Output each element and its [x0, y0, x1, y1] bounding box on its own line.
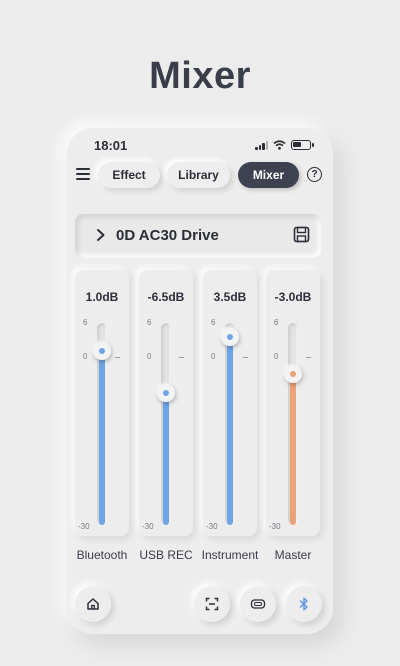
top-nav: Effect Library Mixer ? — [67, 160, 333, 190]
battery-icon — [291, 140, 314, 150]
status-time: 18:01 — [94, 138, 128, 153]
scale-min-label: -30 — [142, 522, 154, 531]
channel-label-usb-rec: USB REC — [139, 548, 193, 562]
db-value: 3.5dB — [213, 290, 247, 304]
phone-screen: 18:01 Effect Library Mixer ? 0D AC30 Dri… — [67, 128, 333, 634]
scan-icon — [205, 597, 219, 611]
db-value: 1.0dB — [85, 290, 119, 304]
scale-zero-label: 0 — [83, 351, 88, 361]
channel-strip-bluetooth: 1.0dB 6 0 -30 — [75, 270, 129, 536]
home-button[interactable] — [75, 586, 111, 622]
scale-zero-label: 0 — [274, 351, 279, 361]
signal-icon — [255, 140, 268, 150]
db-value: -3.0dB — [274, 290, 312, 304]
zero-tick-mark — [306, 356, 311, 358]
fader-knob[interactable] — [284, 364, 302, 383]
bluetooth-button[interactable] — [286, 586, 322, 622]
channel-label-bluetooth: Bluetooth — [76, 548, 128, 562]
channel-label-master: Master — [274, 548, 312, 562]
fader-track[interactable] — [225, 323, 235, 525]
status-bar: 18:01 — [67, 138, 333, 154]
fader-track[interactable] — [161, 323, 171, 525]
scale-max-label: 6 — [274, 318, 279, 327]
bluetooth-icon — [299, 597, 308, 611]
scale-min-label: -30 — [269, 522, 281, 531]
scale-zero-label: 0 — [147, 351, 152, 361]
scale-min-label: -30 — [206, 522, 218, 531]
help-icon[interactable]: ? — [307, 167, 322, 182]
amp-button[interactable] — [240, 586, 276, 622]
scan-button[interactable] — [194, 586, 230, 622]
scale-max-label: 6 — [83, 318, 88, 327]
zero-tick-mark — [179, 356, 184, 358]
knob-dot — [163, 390, 169, 397]
fader-fill — [290, 373, 296, 525]
preset-name: 0D AC30 Drive — [116, 227, 219, 244]
scale-max-label: 6 — [211, 318, 216, 327]
fader-track[interactable] — [288, 323, 298, 525]
tab-library[interactable]: Library — [167, 162, 230, 188]
scale-max-label: 6 — [147, 318, 152, 327]
db-value: -6.5dB — [147, 290, 185, 304]
save-icon[interactable] — [293, 226, 310, 243]
scale-min-label: -30 — [78, 522, 90, 531]
menu-icon[interactable] — [76, 168, 90, 181]
channel-strip-master: -3.0dB 6 0 -30 — [266, 270, 320, 536]
fader-knob[interactable] — [157, 384, 175, 403]
page-title: Mixer — [149, 55, 251, 97]
channel-strip-instrument: 3.5dB 6 0 -30 — [203, 270, 257, 536]
channel-strip-usb-rec: -6.5dB 6 0 -30 — [139, 270, 193, 536]
scale-zero-label: 0 — [211, 351, 216, 361]
knob-dot — [99, 348, 105, 355]
knob-dot — [227, 334, 233, 341]
zero-tick-mark — [115, 356, 120, 358]
tab-mixer[interactable]: Mixer — [238, 162, 299, 188]
fader-fill — [99, 351, 105, 525]
home-icon — [87, 598, 99, 610]
fader-fill — [227, 337, 233, 525]
chevron-right-icon — [97, 229, 105, 241]
tab-effect[interactable]: Effect — [98, 162, 160, 188]
fader-knob[interactable] — [221, 328, 239, 347]
status-icons — [255, 140, 314, 150]
zero-tick-mark — [243, 356, 248, 358]
preset-selector[interactable]: 0D AC30 Drive — [75, 214, 321, 258]
knob-dot — [290, 370, 296, 377]
fader-fill — [163, 393, 169, 525]
amp-icon — [250, 599, 266, 609]
channel-label-instrument: Instrument — [201, 548, 259, 562]
wifi-icon — [273, 140, 286, 150]
fader-knob[interactable] — [93, 342, 111, 361]
